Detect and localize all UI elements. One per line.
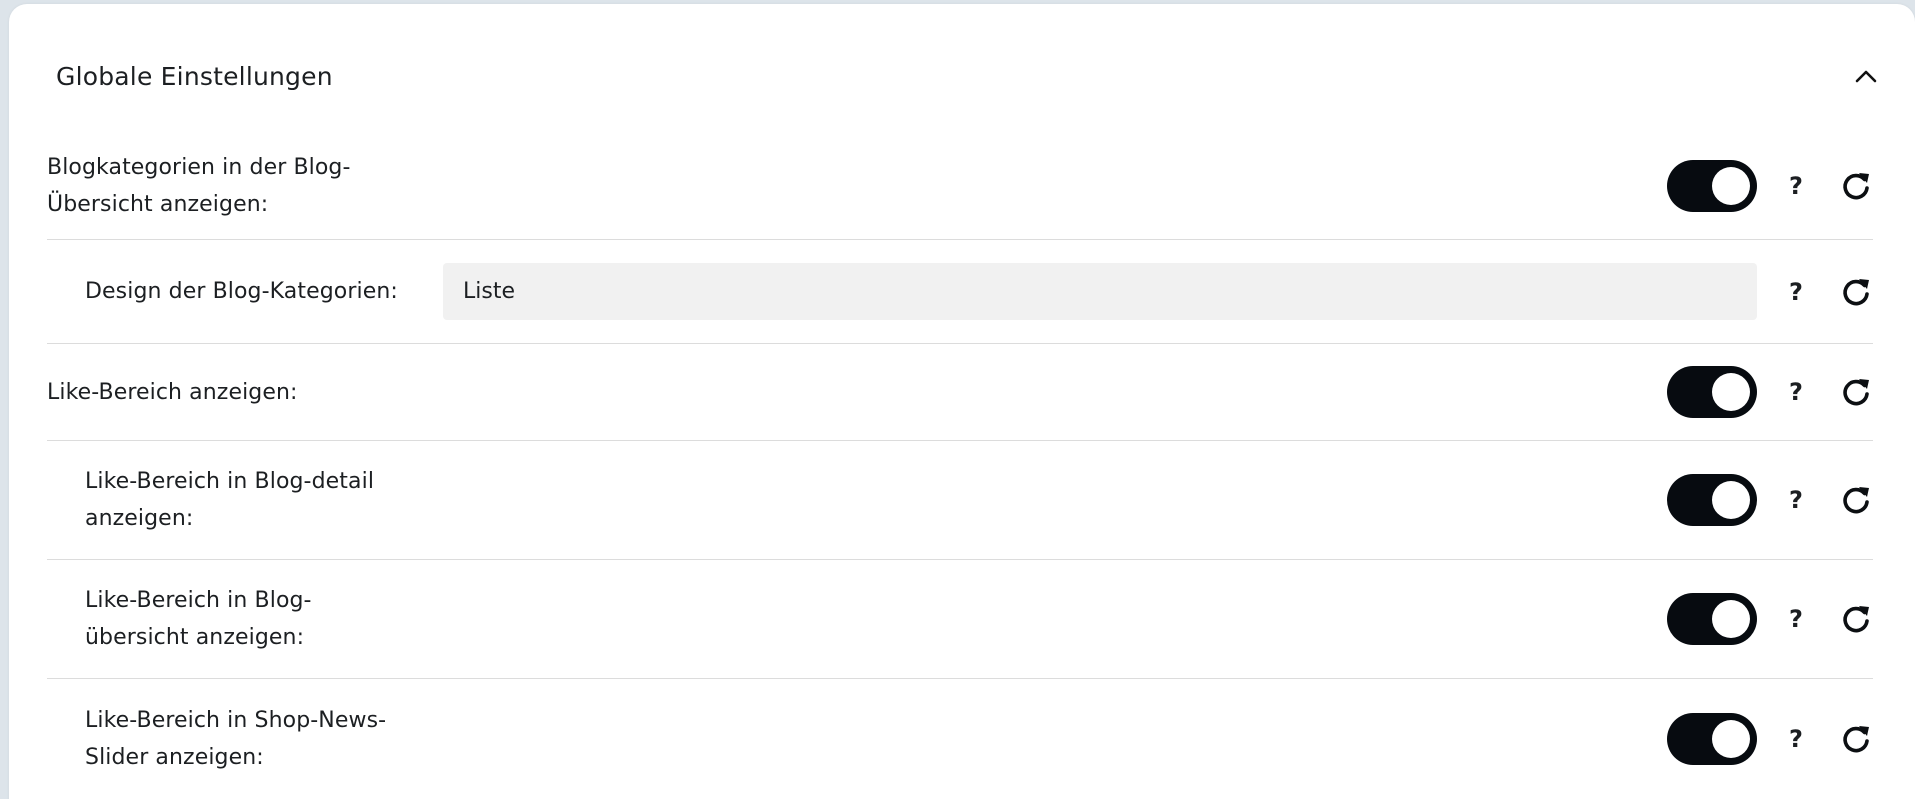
setting-label: Blogkategorien in der Blog- Übersicht an… — [47, 155, 351, 217]
reset-button[interactable] — [1839, 275, 1873, 309]
reset-icon — [1843, 487, 1869, 514]
setting-label: Like-Bereich in Blog- übersicht anzeigen… — [85, 588, 312, 650]
setting-row-like-blog-detail: Like-Bereich in Blog-detail anzeigen: ? — [47, 441, 1873, 560]
section-title: Globale Einstellungen — [56, 61, 333, 91]
setting-row-like-news-slider: Like-Bereich in Shop-News- Slider anzeig… — [47, 679, 1873, 799]
reset-icon — [1843, 606, 1869, 633]
toggle-knob — [1712, 600, 1750, 638]
setting-row-blog-categories: Blogkategorien in der Blog- Übersicht an… — [47, 133, 1873, 240]
setting-label: Like-Bereich in Blog-detail anzeigen: — [85, 469, 375, 531]
like-blog-overview-toggle[interactable] — [1667, 593, 1757, 645]
toggle-knob — [1712, 373, 1750, 411]
reset-icon — [1843, 173, 1869, 200]
category-design-select[interactable]: Liste — [443, 263, 1757, 320]
chevron-up-icon — [1855, 70, 1877, 83]
reset-icon — [1843, 726, 1869, 753]
help-icon[interactable]: ? — [1779, 278, 1813, 306]
toggle-knob — [1712, 481, 1750, 519]
reset-button[interactable] — [1839, 169, 1873, 203]
section-header[interactable]: Globale Einstellungen — [56, 56, 1882, 96]
help-icon[interactable]: ? — [1779, 486, 1813, 514]
toggle-knob — [1712, 167, 1750, 205]
reset-button[interactable] — [1839, 722, 1873, 756]
setting-row-like-area: Like-Bereich anzeigen: ? — [47, 344, 1873, 441]
setting-row-category-design: Design der Blog-Kategorien: Liste ? — [47, 240, 1873, 344]
blog-categories-toggle[interactable] — [1667, 160, 1757, 212]
setting-row-like-blog-overview: Like-Bereich in Blog- übersicht anzeigen… — [47, 560, 1873, 679]
setting-label: Like-Bereich in Shop-News- Slider anzeig… — [85, 708, 387, 770]
like-area-toggle[interactable] — [1667, 366, 1757, 418]
reset-button[interactable] — [1839, 602, 1873, 636]
collapse-button[interactable] — [1850, 60, 1882, 92]
help-icon[interactable]: ? — [1779, 378, 1813, 406]
help-icon[interactable]: ? — [1779, 172, 1813, 200]
help-icon[interactable]: ? — [1779, 605, 1813, 633]
reset-button[interactable] — [1839, 483, 1873, 517]
setting-label: Design der Blog-Kategorien: — [85, 279, 398, 304]
reset-icon — [1843, 278, 1869, 305]
reset-button[interactable] — [1839, 375, 1873, 409]
setting-label: Like-Bereich anzeigen: — [47, 379, 298, 405]
reset-icon — [1843, 379, 1869, 406]
toggle-knob — [1712, 720, 1750, 758]
like-news-slider-toggle[interactable] — [1667, 713, 1757, 765]
help-icon[interactable]: ? — [1779, 725, 1813, 753]
like-blog-detail-toggle[interactable] — [1667, 474, 1757, 526]
